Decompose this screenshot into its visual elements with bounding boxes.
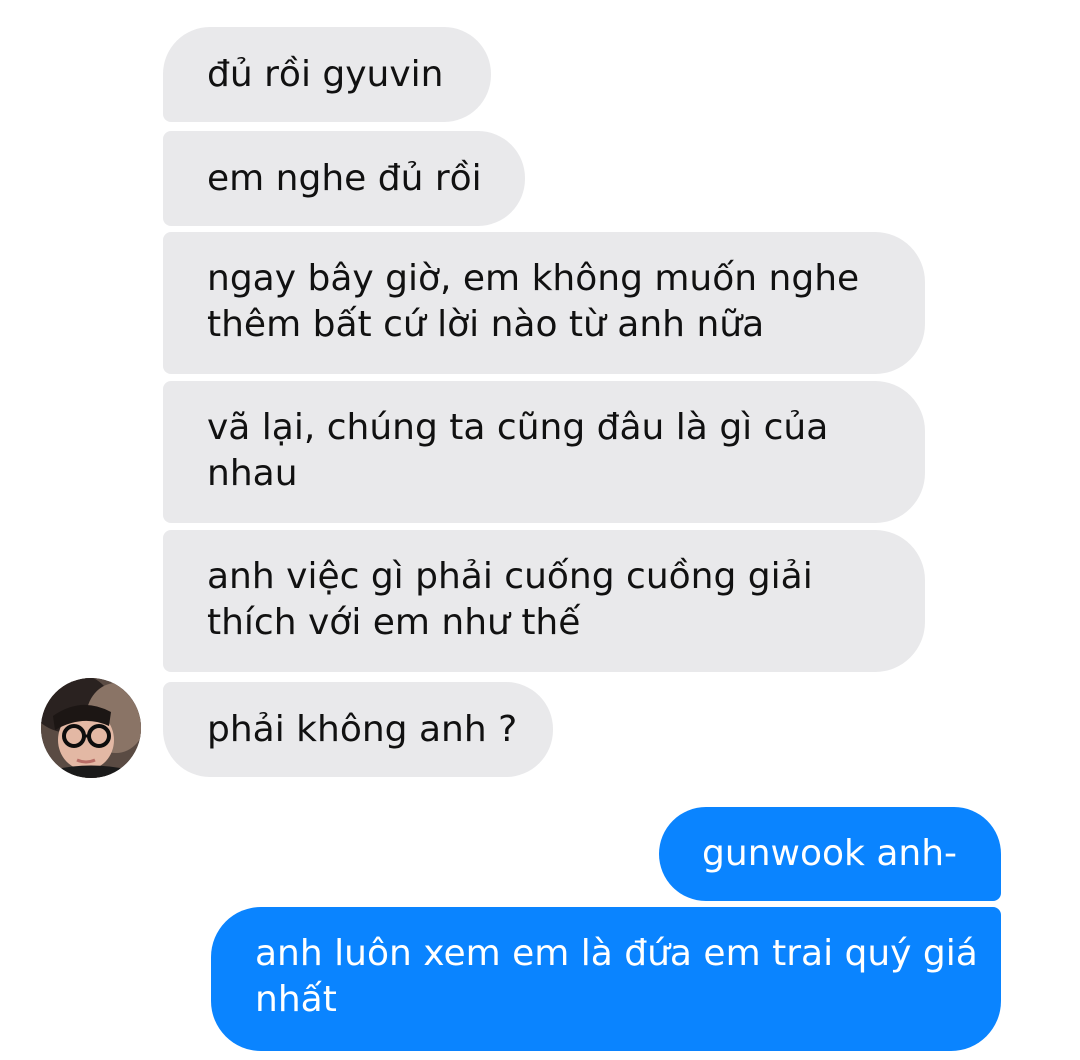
received-message-bubble[interactable]: ngay bây giờ, em không muốn nghe thêm bấ… xyxy=(163,232,925,374)
message-text: em nghe đủ rồi xyxy=(207,157,482,199)
sent-message-bubble[interactable]: anh luôn xem em là đứa em trai quý giá n… xyxy=(211,907,1001,1051)
received-message-bubble[interactable]: em nghe đủ rồi xyxy=(163,131,525,226)
message-text: phải không anh ? xyxy=(207,708,518,750)
message-text: đủ rồi gyuvin xyxy=(207,53,444,95)
sent-message-bubble[interactable]: gunwook anh- xyxy=(659,807,1001,901)
received-message-bubble[interactable]: anh việc gì phải cuống cuồng giải thích … xyxy=(163,530,925,672)
message-text-line: nhau xyxy=(207,453,298,494)
avatar-photo-icon xyxy=(41,678,141,778)
message-text-line: vã lại, chúng ta cũng đâu là gì của xyxy=(207,407,829,448)
message-text-line: thêm bất cứ lời nào từ anh nữa xyxy=(207,304,765,345)
received-message-bubble[interactable]: phải không anh ? xyxy=(163,682,553,777)
message-text-line: anh việc gì phải cuống cuồng giải xyxy=(207,556,813,597)
received-message-bubble[interactable]: đủ rồi gyuvin xyxy=(163,27,491,122)
message-text: gunwook anh- xyxy=(702,833,957,874)
message-text-line: ngay bây giờ, em không muốn nghe xyxy=(207,258,860,299)
contact-avatar[interactable] xyxy=(41,678,141,778)
message-text-line: nhất xyxy=(255,979,337,1020)
message-text-line: anh luôn xem em là đứa em trai quý giá xyxy=(255,933,978,974)
message-text-line: thích với em như thế xyxy=(207,602,581,643)
received-message-bubble[interactable]: vã lại, chúng ta cũng đâu là gì của nhau xyxy=(163,381,925,523)
